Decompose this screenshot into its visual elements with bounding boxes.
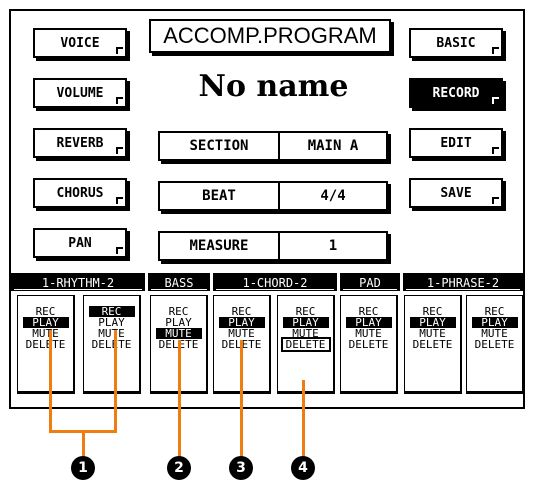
save-button[interactable]: SAVE xyxy=(409,178,503,208)
track-delete-option[interactable]: DELETE xyxy=(472,339,518,350)
page-corner-icon xyxy=(116,147,123,154)
track-column[interactable]: RECPLAYMUTEDELETE xyxy=(404,295,462,394)
track-column[interactable]: RECPLAYMUTEDELETE xyxy=(466,295,523,394)
track-group-phrase: 1-PHRASE-2 xyxy=(403,273,523,291)
track-column[interactable]: RECPLAYMUTEDELETE xyxy=(83,295,141,394)
beat-value[interactable]: 4/4 xyxy=(280,183,386,209)
callout-line xyxy=(82,430,85,458)
screen-title: ACCOMP.PROGRAM xyxy=(149,19,391,53)
callout-line xyxy=(49,330,52,433)
callout-line xyxy=(302,380,305,458)
page-corner-icon xyxy=(492,47,499,54)
track-delete-option[interactable]: DELETE xyxy=(346,339,392,350)
edit-button[interactable]: EDIT xyxy=(409,128,503,158)
voice-button-label: VOICE xyxy=(60,35,100,51)
page-corner-icon xyxy=(116,97,123,104)
callout-2: 2 xyxy=(167,456,191,480)
volume-button-label: VOLUME xyxy=(56,85,104,101)
voice-button[interactable]: VOICE xyxy=(33,28,127,58)
callout-4: 4 xyxy=(291,456,315,480)
pan-button[interactable]: PAN xyxy=(33,228,127,258)
chorus-button-label: CHORUS xyxy=(56,185,104,201)
track-delete-option[interactable]: DELETE xyxy=(280,337,331,352)
callout-3: 3 xyxy=(229,456,253,480)
callout-line xyxy=(114,330,117,433)
page-corner-icon xyxy=(116,197,123,204)
track-delete-option[interactable]: DELETE xyxy=(23,339,69,350)
track-delete-option[interactable]: DELETE xyxy=(89,339,135,350)
callout-line xyxy=(240,340,243,458)
song-name: No name xyxy=(198,69,349,104)
beat-label: BEAT xyxy=(160,183,280,209)
page-corner-icon xyxy=(492,97,499,104)
basic-button[interactable]: BASIC xyxy=(409,28,503,58)
track-group-chord: 1-CHORD-2 xyxy=(213,273,337,291)
pan-button-label: PAN xyxy=(68,235,92,251)
reverb-button-label: REVERB xyxy=(56,135,104,151)
record-button-label: RECORD xyxy=(432,85,480,101)
track-group-rhythm: 1-RHYTHM-2 xyxy=(11,273,145,291)
page-corner-icon xyxy=(492,197,499,204)
callout-1: 1 xyxy=(71,456,95,480)
measure-field[interactable]: MEASURE 1 xyxy=(158,231,388,261)
callout-line xyxy=(178,340,181,458)
track-group-bar: 1-RHYTHM-2 BASS 1-CHORD-2 PAD 1-PHRASE-2 xyxy=(11,273,523,291)
beat-field[interactable]: BEAT 4/4 xyxy=(158,181,388,211)
measure-value[interactable]: 1 xyxy=(280,233,386,259)
page-corner-icon xyxy=(116,47,123,54)
basic-button-label: BASIC xyxy=(436,35,476,51)
track-column[interactable]: RECPLAYMUTEDELETE xyxy=(277,295,335,394)
page-corner-icon xyxy=(116,247,123,254)
edit-button-label: EDIT xyxy=(440,135,472,151)
track-group-pad: PAD xyxy=(340,273,400,291)
section-value[interactable]: MAIN A xyxy=(280,133,386,159)
reverb-button[interactable]: REVERB xyxy=(33,128,127,158)
track-group-bass: BASS xyxy=(148,273,210,291)
section-label: SECTION xyxy=(160,133,280,159)
save-button-label: SAVE xyxy=(440,185,472,201)
section-field[interactable]: SECTION MAIN A xyxy=(158,131,388,161)
volume-button[interactable]: VOLUME xyxy=(33,78,127,108)
track-column[interactable]: RECPLAYMUTEDELETE xyxy=(340,295,398,394)
record-button[interactable]: RECORD xyxy=(409,78,503,108)
measure-label: MEASURE xyxy=(160,233,280,259)
lcd-panel: VOICE VOLUME REVERB CHORUS PAN ACCOMP.PR… xyxy=(9,9,525,409)
track-delete-option[interactable]: DELETE xyxy=(410,339,456,350)
track-column[interactable]: RECPLAYMUTEDELETE xyxy=(17,295,75,394)
chorus-button[interactable]: CHORUS xyxy=(33,178,127,208)
page-corner-icon xyxy=(492,147,499,154)
